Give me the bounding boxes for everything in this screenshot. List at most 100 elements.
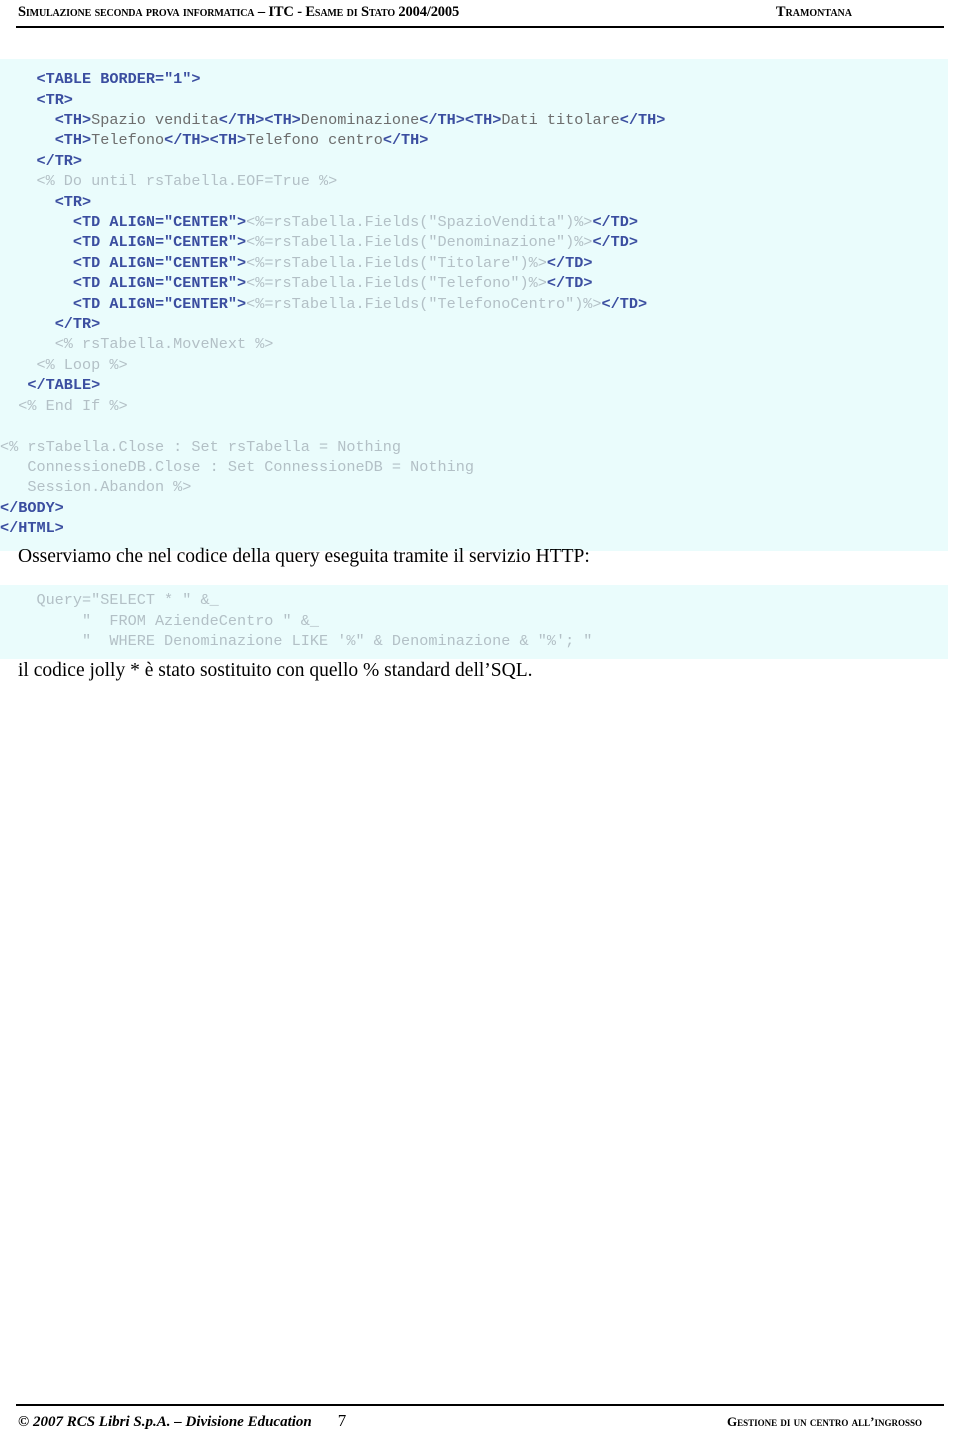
code-token-tag: <TABLE BORDER="1"> <box>36 70 201 89</box>
header-content-row: Simulazione seconda prova informatica – … <box>0 0 960 21</box>
code-token-tag: <TD ALIGN="CENTER"> <box>72 253 247 272</box>
code-token-tag: </TD> <box>592 233 639 252</box>
code-line: <TD ALIGN="CENTER"><%=rsTabella.Fields("… <box>0 232 948 252</box>
code-line: Session.Abandon %> <box>0 477 948 497</box>
code-token-tag: </TD> <box>546 253 593 272</box>
code-token-tag: </TH><TH> <box>419 111 502 129</box>
code-token-tag: <TD ALIGN="CENTER"> <box>72 294 247 313</box>
code-token-tag: </TD> <box>592 213 639 232</box>
code-token-tag: </TH> <box>619 111 666 129</box>
code-line: Query="SELECT * " &_ <box>0 590 948 610</box>
code-token-asp: <% rsTabella.MoveNext %> <box>54 335 274 354</box>
code-token-asp: <%=rsTabella.Fields("Denominazione")%> <box>246 233 593 252</box>
code-token-asp: <% Loop %> <box>36 355 128 374</box>
code-line: <% Do until rsTabella.EOF=True %> <box>0 171 948 191</box>
code-line: <% rsTabella.MoveNext %> <box>0 334 948 354</box>
code-line: <TD ALIGN="CENTER"><%=rsTabella.Fields("… <box>0 253 948 273</box>
code-line: " FROM AziendeCentro " &_ <box>0 611 948 631</box>
code-token-tag: </TABLE> <box>27 376 101 395</box>
code-token-tag: <TR> <box>36 90 73 109</box>
code-token-tag: <TH> <box>54 111 92 129</box>
header-title: Simulazione seconda prova informatica – … <box>18 4 460 20</box>
code-line: " WHERE Denominazione LIKE '%" & Denomin… <box>0 631 948 651</box>
code-line: </TR> <box>0 151 948 171</box>
code-line: </TR> <box>0 314 948 334</box>
code-token-asp: Query="SELECT * " &_ <box>0 591 219 610</box>
code-token-tag: </TH> <box>382 131 429 150</box>
code-line: <TD ALIGN="CENTER"><%=rsTabella.Fields("… <box>0 294 948 314</box>
code-line: <% End If %> <box>0 396 948 416</box>
code-token-asp: <% End If %> <box>18 396 128 415</box>
asp-code-listing: <TABLE BORDER="1"> <TR> <TH>Spazio vendi… <box>0 59 948 551</box>
footer-divider <box>16 1404 944 1406</box>
code-token-text: Telefono centro <box>246 131 383 150</box>
page-footer: © 2007 RCS Libri S.p.A. – Divisione Educ… <box>0 1399 960 1443</box>
header-publisher: Tramontana <box>775 4 852 20</box>
code-line: <TR> <box>0 90 948 110</box>
code-token-tag: </TH><TH> <box>164 131 247 150</box>
code-token-tag: </TR> <box>36 151 83 170</box>
footer-page-number: 7 <box>337 1411 347 1430</box>
code-token-tag: </BODY> <box>0 498 64 517</box>
header-divider <box>16 26 944 28</box>
code-token-tag: <TH> <box>54 131 92 150</box>
code-token-asp: " FROM AziendeCentro " &_ <box>0 611 319 630</box>
code-token-asp: ConnessioneDB.Close : Set ConnessioneDB … <box>0 457 474 476</box>
sql-query-listing: Query="SELECT * " &_ " FROM AziendeCentr… <box>0 585 948 660</box>
code-token-tag: </TR> <box>54 315 101 334</box>
code-line: <TH>Telefono</TH><TH>Telefono centro</TH… <box>0 130 948 150</box>
code-token-text: Telefono <box>91 131 165 150</box>
code-token-asp: <% rsTabella.Close : Set rsTabella = Not… <box>0 437 402 456</box>
code-line: </HTML> <box>0 518 948 538</box>
code-token-asp: " WHERE Denominazione LIKE '%" & Denomin… <box>0 632 593 650</box>
code-line: </BODY> <box>0 498 948 518</box>
code-token-asp: <%=rsTabella.Fields("Telefono")%> <box>246 274 547 293</box>
code-token-asp: <%=rsTabella.Fields("SpazioVendita")%> <box>246 213 593 232</box>
code-line: ConnessioneDB.Close : Set ConnessioneDB … <box>0 457 948 477</box>
code-token-asp: <%=rsTabella.Fields("Titolare")%> <box>246 253 547 272</box>
footer-content-row: © 2007 RCS Libri S.p.A. – Divisione Educ… <box>0 1411 960 1431</box>
code-line: <TABLE BORDER="1"> <box>0 69 948 89</box>
code-token-tag: </TH><TH> <box>218 111 301 129</box>
code-line: <TD ALIGN="CENTER"><%=rsTabella.Fields("… <box>0 273 948 293</box>
code-token-tag: </TD> <box>601 294 648 313</box>
code-token-tag: <TD ALIGN="CENTER"> <box>72 233 247 252</box>
paragraph-observation: Osserviamo che nel codice della query es… <box>18 546 590 567</box>
code-token-text: Dati titolare <box>501 111 620 129</box>
code-token-asp: <% Do until rsTabella.EOF=True %> <box>36 172 338 191</box>
footer-copyright: © 2007 RCS Libri S.p.A. – Divisione Educ… <box>18 1414 312 1430</box>
code-line: <TD ALIGN="CENTER"><%=rsTabella.Fields("… <box>0 212 948 232</box>
document-page: Simulazione seconda prova informatica – … <box>0 0 960 1443</box>
code-token-asp: <%=rsTabella.Fields("TelefonoCentro")%> <box>246 294 602 313</box>
paragraph-wildcard-note: il codice jolly * è stato sostituito con… <box>18 660 533 681</box>
page-header: Simulazione seconda prova informatica – … <box>0 0 960 32</box>
code-line: <% rsTabella.Close : Set rsTabella = Not… <box>0 437 948 457</box>
code-token-tag: </HTML> <box>0 519 64 538</box>
code-line: <% Loop %> <box>0 355 948 375</box>
code-token-tag: <TR> <box>54 192 92 211</box>
code-line: </TABLE> <box>0 375 948 395</box>
footer-section-title: Gestione di un centro all’ingrosso <box>727 1414 922 1429</box>
code-line: <TR> <box>0 192 948 212</box>
code-token-tag: </TD> <box>546 274 593 293</box>
code-token-tag: <TD ALIGN="CENTER"> <box>72 274 247 293</box>
code-token-text: Denominazione <box>300 111 420 129</box>
code-token-text: Spazio vendita <box>91 111 219 129</box>
